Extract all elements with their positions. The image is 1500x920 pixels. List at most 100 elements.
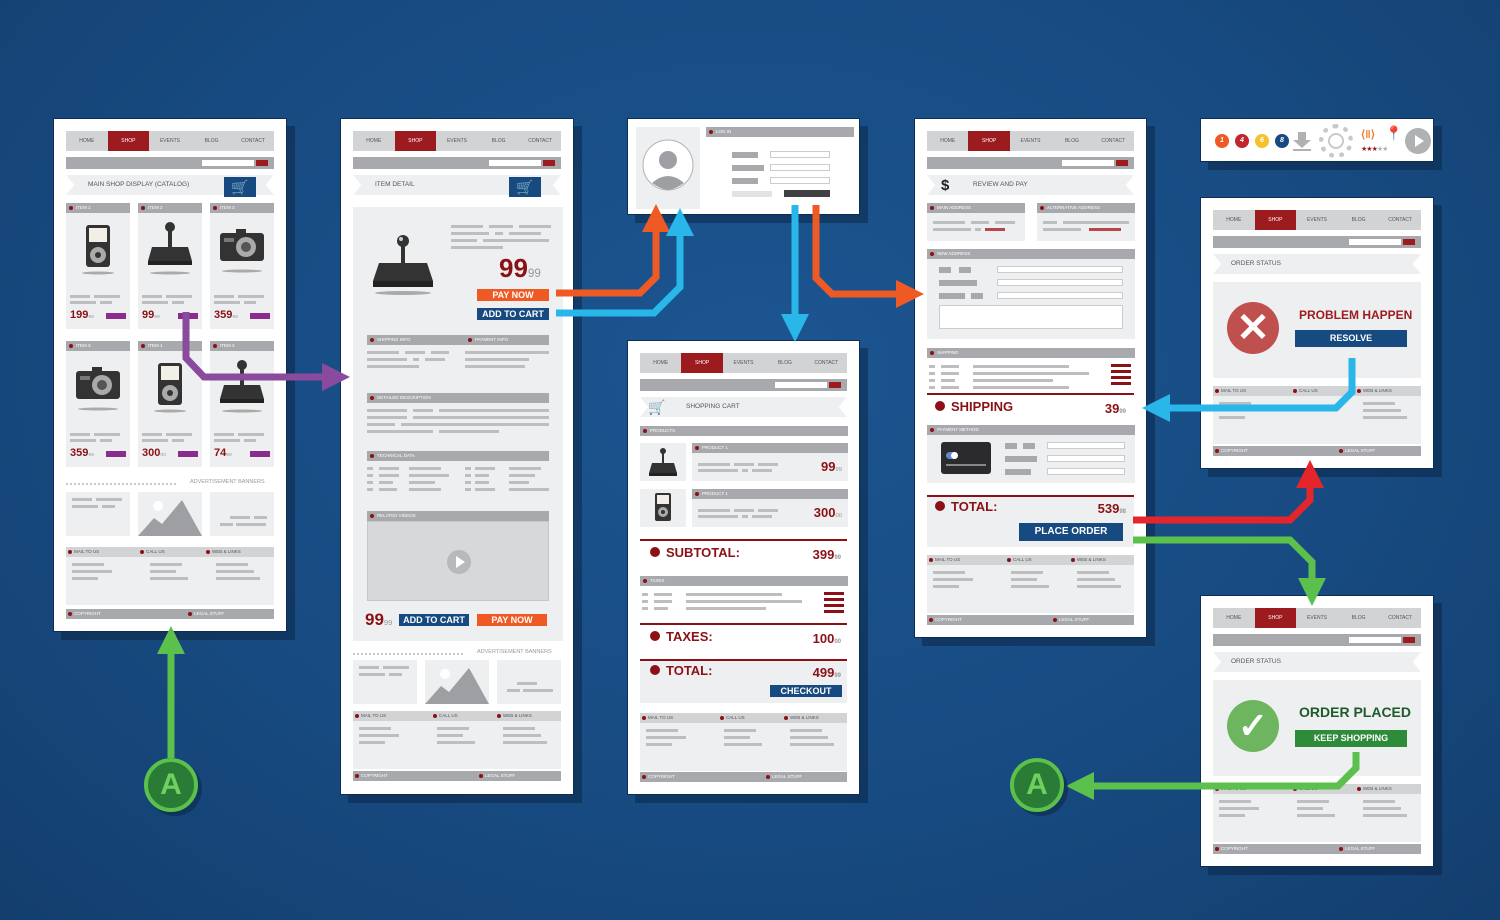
credit-card-icon[interactable] (941, 442, 991, 474)
call-us-link[interactable]: CALL US (718, 713, 745, 723)
buy-button[interactable] (106, 313, 126, 319)
nav-contact[interactable]: CONTACT (519, 131, 561, 151)
copyright-link[interactable]: COPYRIGHT (1213, 844, 1248, 854)
nav-blog[interactable]: BLOG (1338, 608, 1380, 628)
copyright-link[interactable]: COPYRIGHT (66, 609, 101, 619)
buy-button[interactable] (250, 451, 270, 457)
alternative-address-panel[interactable]: ALTERNATIVE ADDRESS (1037, 203, 1135, 241)
legal-link[interactable]: LEGAL STUFF (186, 609, 224, 619)
ad-banner-text-2[interactable] (497, 660, 561, 704)
nav-events[interactable]: EVENTS (1296, 608, 1338, 628)
buy-button[interactable] (106, 451, 126, 457)
address-field-2[interactable] (997, 279, 1123, 286)
catalog-item[interactable]: ITEM 2 9999 (138, 203, 202, 329)
address-notes-textarea[interactable] (939, 305, 1123, 329)
search-input[interactable] (1349, 637, 1401, 643)
ad-banner-text[interactable] (353, 660, 417, 704)
mail-to-us-link[interactable]: MAIL TO US (353, 711, 386, 721)
search-input[interactable] (1349, 239, 1401, 245)
nav-shop[interactable]: SHOP (968, 131, 1010, 151)
nav-contact[interactable]: CONTACT (1093, 131, 1134, 151)
call-us-link[interactable]: CALL US (138, 547, 165, 557)
ad-banner-image[interactable] (425, 660, 489, 704)
copyright-link[interactable]: COPYRIGHT (927, 615, 962, 625)
search-button[interactable] (256, 160, 268, 166)
copyright-link[interactable]: COPYRIGHT (353, 771, 388, 781)
legal-link[interactable]: LEGAL STUFF (1337, 844, 1375, 854)
call-us-link[interactable]: CALL US (1291, 386, 1318, 396)
cart-icon[interactable]: 🛒 (224, 177, 256, 197)
nav-events[interactable]: EVENTS (436, 131, 478, 151)
card-cvv-field[interactable] (1047, 468, 1125, 475)
web-links-link[interactable]: WEB & LINKS (1355, 784, 1392, 794)
search-button[interactable] (1403, 637, 1415, 643)
mail-to-us-link[interactable]: MAIL TO US (1213, 784, 1246, 794)
copyright-link[interactable]: COPYRIGHT (1213, 446, 1248, 456)
nav-shop[interactable]: SHOP (107, 131, 150, 151)
login-button[interactable] (784, 190, 830, 197)
mail-to-us-link[interactable]: MAIL TO US (66, 547, 99, 557)
web-links-link[interactable]: WEB & LINKS (204, 547, 241, 557)
nav-home[interactable]: HOME (353, 131, 395, 151)
pay-now-button[interactable]: PAY NOW (477, 289, 549, 301)
ad-banner-text-2[interactable] (210, 492, 274, 536)
email-field[interactable] (770, 177, 830, 184)
nav-shop[interactable]: SHOP (1254, 608, 1297, 628)
buy-button[interactable] (178, 313, 198, 319)
catalog-item[interactable]: ITEM 3 35999 (66, 341, 130, 467)
play-icon[interactable] (447, 550, 471, 574)
call-us-link[interactable]: CALL US (1005, 555, 1032, 565)
nav-events[interactable]: EVENTS (1296, 210, 1338, 230)
catalog-item[interactable]: ITEM 2 7499 (210, 341, 274, 467)
nav-home[interactable]: HOME (66, 131, 108, 151)
nav-events[interactable]: EVENTS (723, 353, 764, 373)
play-button-icon[interactable] (1405, 128, 1431, 154)
password-field[interactable] (770, 164, 830, 171)
nav-shop[interactable]: SHOP (394, 131, 437, 151)
web-links-link[interactable]: WEB & LINKS (1355, 386, 1392, 396)
legal-link[interactable]: LEGAL STUFF (1051, 615, 1089, 625)
address-field-1[interactable] (997, 266, 1123, 273)
main-address-panel[interactable]: MAIN ADDRESS (927, 203, 1025, 241)
cart-icon[interactable]: 🛒 (509, 177, 541, 197)
nav-blog[interactable]: BLOG (191, 131, 233, 151)
nav-contact[interactable]: CONTACT (806, 353, 847, 373)
search-button[interactable] (1116, 160, 1128, 166)
pay-now-button-bottom[interactable]: PAY NOW (477, 614, 547, 626)
nav-blog[interactable]: BLOG (1051, 131, 1092, 151)
search-input[interactable] (775, 382, 827, 388)
nav-blog[interactable]: BLOG (1338, 210, 1380, 230)
call-us-link[interactable]: CALL US (1291, 784, 1318, 794)
nav-shop[interactable]: SHOP (681, 353, 723, 373)
search-button[interactable] (1403, 239, 1415, 245)
web-links-link[interactable]: WEB & LINKS (1069, 555, 1106, 565)
place-order-button[interactable]: PLACE ORDER (1019, 523, 1123, 541)
web-links-link[interactable]: WEB & LINKS (782, 713, 819, 723)
catalog-item[interactable]: ITEM 1 19999 (66, 203, 130, 329)
nav-contact[interactable]: CONTACT (1379, 210, 1421, 230)
mail-to-us-link[interactable]: MAIL TO US (927, 555, 960, 565)
legal-link[interactable]: LEGAL STUFF (764, 772, 802, 782)
mail-to-us-link[interactable]: MAIL TO US (640, 713, 673, 723)
web-links-link[interactable]: WEB & LINKS (495, 711, 532, 721)
nav-contact[interactable]: CONTACT (232, 131, 274, 151)
username-field[interactable] (770, 151, 830, 158)
ad-banner-image[interactable] (138, 492, 202, 536)
search-input[interactable] (202, 160, 254, 166)
add-to-cart-button-bottom[interactable]: ADD TO CART (399, 614, 469, 626)
buy-button[interactable] (178, 451, 198, 457)
call-us-link[interactable]: CALL US (431, 711, 458, 721)
nav-home[interactable]: HOME (1213, 608, 1255, 628)
add-to-cart-button[interactable]: ADD TO CART (477, 308, 549, 320)
mail-to-us-link[interactable]: MAIL TO US (1213, 386, 1246, 396)
video-player[interactable] (367, 521, 549, 601)
nav-home[interactable]: HOME (927, 131, 968, 151)
nav-blog[interactable]: BLOG (764, 353, 805, 373)
checkout-button[interactable]: CHECKOUT (770, 685, 842, 697)
nav-events[interactable]: EVENTS (149, 131, 191, 151)
legal-link[interactable]: LEGAL STUFF (1337, 446, 1375, 456)
ad-banner-text[interactable] (66, 492, 130, 536)
resolve-button[interactable]: RESOLVE (1295, 330, 1407, 347)
nav-blog[interactable]: BLOG (478, 131, 520, 151)
card-expiry-field[interactable] (1047, 455, 1125, 462)
